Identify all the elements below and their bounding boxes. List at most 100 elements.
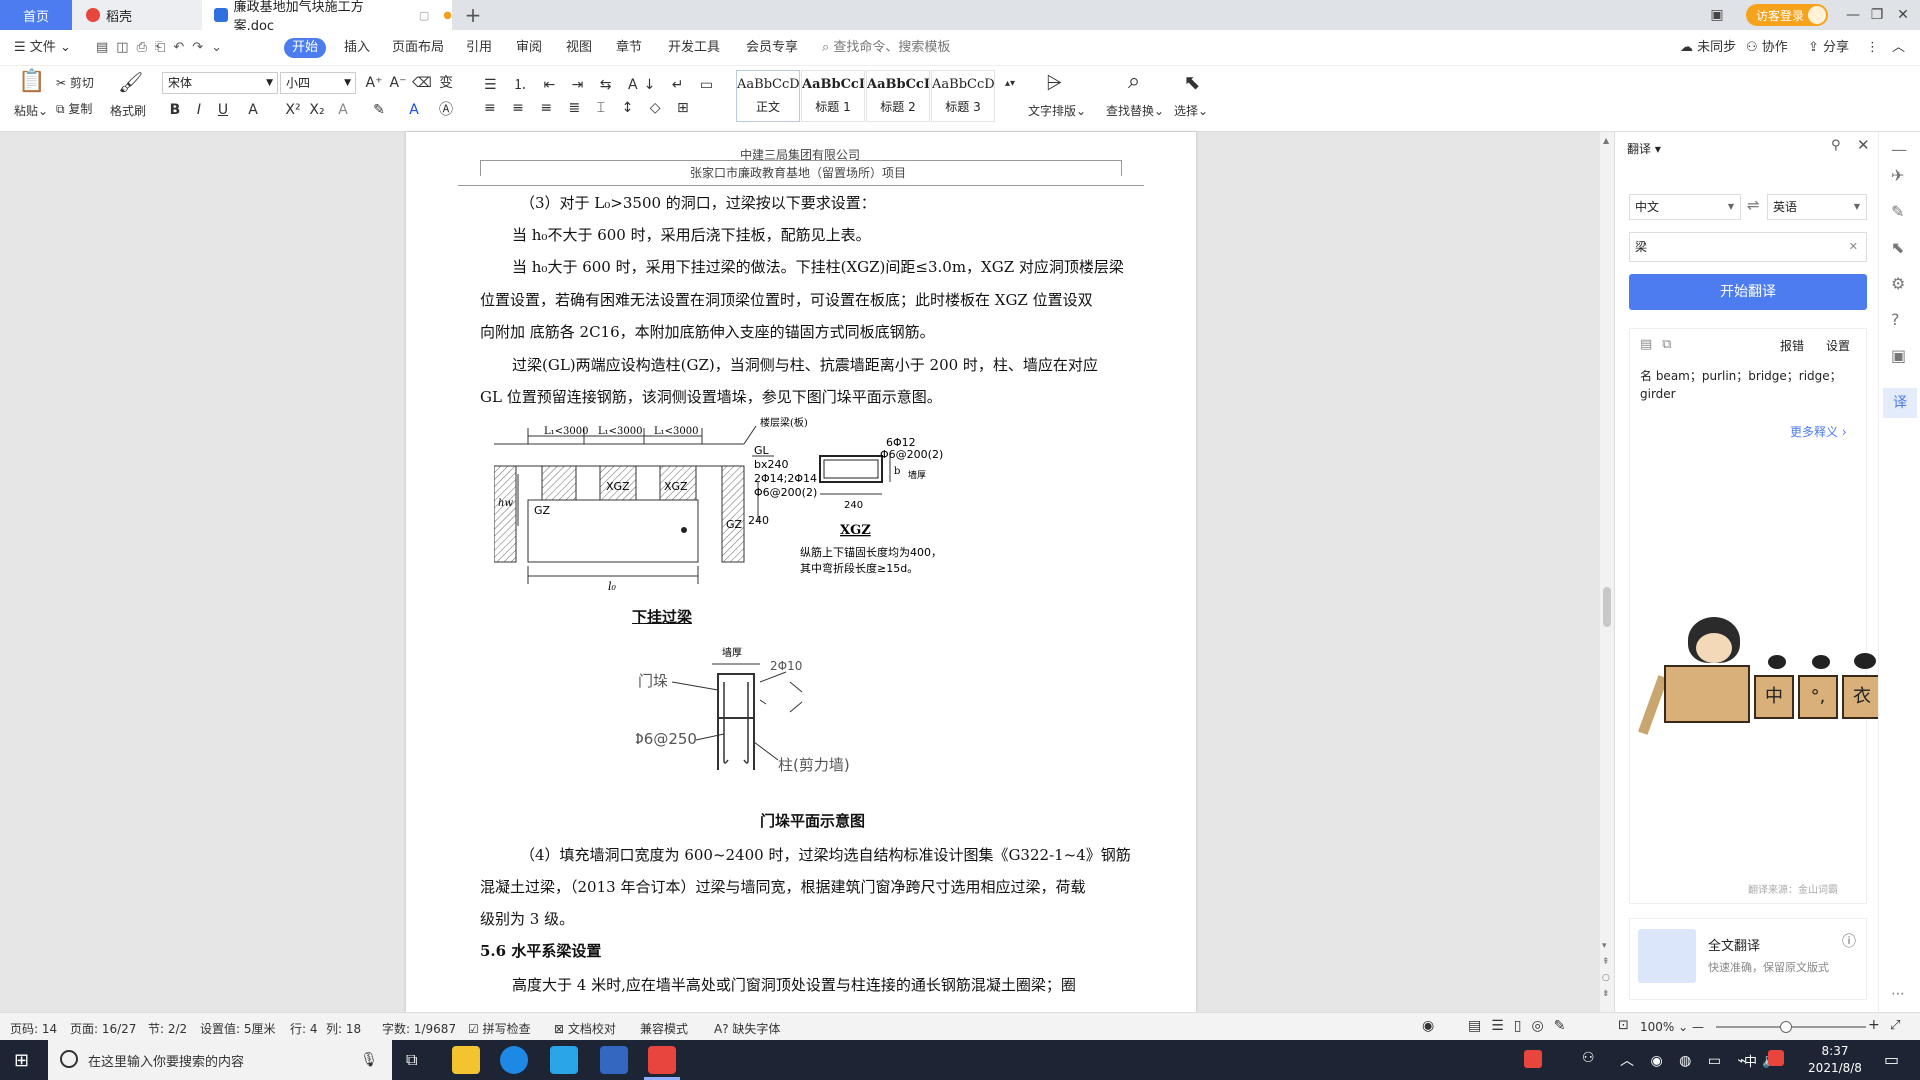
zoom-out-icon[interactable]: —	[1692, 1020, 1704, 1034]
help-icon[interactable]: ⓘ	[1842, 931, 1856, 951]
quick-access-toolbar[interactable]: ▤◫⎙⎗↶↷⌄	[96, 38, 230, 58]
menu-view[interactable]: 视图	[566, 38, 592, 58]
status-page-number[interactable]: 页码: 14	[10, 1020, 57, 1037]
guest-login-button[interactable]: 访客登录	[1746, 4, 1828, 26]
pin-icon[interactable]: ⚲	[1831, 138, 1841, 153]
tray-app-icon[interactable]	[1768, 1050, 1784, 1066]
zoom-select[interactable]: 100% ⌄	[1640, 1020, 1688, 1034]
pen-icon[interactable]: ✎	[1891, 202, 1904, 221]
tab-home[interactable]: 首页	[0, 0, 72, 30]
subscript-icon[interactable]: X₂	[307, 100, 327, 120]
menu-chapter[interactable]: 章节	[616, 38, 642, 58]
grow-font-icon[interactable]: A⁺	[364, 73, 384, 93]
paste-button[interactable]: 粘贴⌄	[14, 102, 48, 119]
translate-input[interactable]: 梁 ✕	[1629, 232, 1867, 262]
bold-icon[interactable]: B	[165, 100, 185, 120]
page-nav-icons[interactable]: ▾ ⇞ ○ ⇟	[1602, 938, 1610, 1002]
share-button[interactable]: ⇪ 分享	[1808, 38, 1849, 58]
collapse-ribbon-icon[interactable]: ︿	[1892, 38, 1905, 58]
menu-insert[interactable]: 插入	[344, 38, 370, 58]
person-icon[interactable]: ⚇	[1582, 1050, 1595, 1066]
menu-file[interactable]: ☰ 文件 ⌄	[14, 38, 71, 58]
clear-input-icon[interactable]: ✕	[1849, 233, 1858, 261]
cursor-icon[interactable]: ⬉	[1182, 72, 1202, 92]
tab-document[interactable]: 廉政基地加气块施工方案.doc ▢ ●	[202, 0, 452, 34]
tab-daoke[interactable]: 稻壳	[72, 0, 202, 30]
tray-icons[interactable]: ︿ ◉ ◍ ▭ ⌁ 🔊	[1620, 1050, 1786, 1070]
more-definitions-link[interactable]: 更多释义 ›	[1790, 423, 1847, 440]
fullscreen-icon[interactable]: ⤢	[1890, 1018, 1900, 1033]
close-icon[interactable]: ✕	[1888, 4, 1918, 26]
font-name-select[interactable]: 宋体 ▼	[162, 72, 278, 94]
status-setting[interactable]: 设置值: 5厘米	[200, 1020, 276, 1037]
missing-font-button[interactable]: A? 缺失字体	[714, 1020, 780, 1037]
source-language-select[interactable]: 中文 ▼	[1629, 194, 1741, 220]
view-mode-icons[interactable]: ▤☰▯◎✎	[1468, 1018, 1575, 1034]
strikethrough-icon[interactable]: A	[243, 100, 263, 120]
shrink-font-icon[interactable]: A⁻	[388, 73, 408, 93]
font-size-select[interactable]: 小四 ▼	[280, 72, 356, 94]
minus-icon[interactable]: —	[1891, 140, 1907, 159]
command-search[interactable]: ⌕ 查找命令、搜索模板	[822, 38, 950, 58]
status-section[interactable]: 节: 2/2	[148, 1020, 187, 1037]
more-icon[interactable]: ⋮	[1866, 38, 1879, 58]
cloud-icon[interactable]: ▢	[419, 9, 429, 22]
style-heading-2[interactable]: AaBbCcDc 标题 2	[866, 70, 930, 122]
menu-devtools[interactable]: 开发工具	[668, 38, 720, 58]
status-row[interactable]: 行: 4	[290, 1020, 318, 1037]
sliders-icon[interactable]: ⚙	[1891, 274, 1905, 293]
swap-language-icon[interactable]: ⇌	[1747, 196, 1760, 214]
text-layout-button[interactable]: 文字排版⌄	[1028, 102, 1086, 119]
ime-indicator[interactable]: 中	[1744, 1051, 1757, 1070]
format-painter-button[interactable]: 格式刷	[110, 102, 146, 119]
app-t-icon[interactable]	[550, 1046, 578, 1074]
proofread-button[interactable]: ⊠ 文档校对	[554, 1020, 616, 1037]
result-tools-icons[interactable]: ▤⧉	[1640, 337, 1682, 352]
menu-member[interactable]: 会员专享	[746, 38, 798, 58]
app-cad-icon[interactable]	[600, 1046, 628, 1074]
underline-icon[interactable]: U	[213, 100, 233, 120]
styles-scroll-icon[interactable]: ▴▾	[1000, 74, 1020, 94]
highlight-icon[interactable]: ✎	[369, 100, 389, 120]
tray-wps-icon[interactable]	[1524, 1050, 1542, 1068]
document-page[interactable]: 中建三局集团有限公司 张家口市廉政教育基地（留置场所）项目 （3）对于 L₀>3…	[406, 132, 1196, 1012]
close-panel-icon[interactable]: ✕	[1857, 136, 1870, 154]
zoom-slider-handle[interactable]	[1780, 1021, 1792, 1033]
task-view-icon[interactable]: ⧉	[406, 1050, 417, 1070]
image-icon[interactable]: ▣	[1891, 346, 1906, 365]
text-effect-icon[interactable]: A	[333, 100, 353, 120]
find-replace-button[interactable]: 查找替换⌄	[1106, 102, 1164, 119]
scroll-thumb[interactable]	[1603, 587, 1611, 627]
scroll-up-icon[interactable]: ▲	[1603, 136, 1609, 145]
text-layout-icon[interactable]: ⩥	[1044, 72, 1064, 92]
sync-status-button[interactable]: ☁ 未同步	[1680, 38, 1736, 58]
eye-protect-icon[interactable]: ◉	[1422, 1018, 1434, 1034]
windows-start-icon[interactable]: ⊞	[14, 1050, 29, 1071]
start-translate-button[interactable]: 开始翻译	[1629, 274, 1867, 310]
paste-icon[interactable]: 📋	[18, 71, 45, 98]
pointer-icon[interactable]: ⬉	[1891, 238, 1904, 257]
style-heading-3[interactable]: AaBbCcDc 标题 3	[931, 70, 995, 122]
browser-icon[interactable]	[500, 1046, 528, 1074]
notification-icon[interactable]: ▭	[1884, 1050, 1899, 1069]
layout-icon[interactable]: ▣	[1702, 4, 1732, 26]
font-color-icon[interactable]: A	[404, 100, 424, 120]
superscript-icon[interactable]: X²	[283, 100, 303, 120]
translate-icon[interactable]: 译	[1883, 388, 1917, 418]
zoom-in-icon[interactable]: +	[1868, 1017, 1880, 1033]
style-normal[interactable]: AaBbCcDc 正文	[736, 70, 800, 122]
help-icon[interactable]: ?	[1891, 310, 1900, 329]
char-border-icon[interactable]: Ⓐ	[436, 100, 456, 120]
select-button[interactable]: 选择⌄	[1174, 102, 1208, 119]
menu-review[interactable]: 审阅	[516, 38, 542, 58]
paragraph-tools-row2[interactable]: ≡ ≡ ≡ ≣ ⌶ ↕ ◇ ⊞	[484, 100, 695, 116]
new-tab-button[interactable]: +	[458, 0, 488, 30]
fit-page-icon[interactable]: ⊡	[1618, 1018, 1629, 1033]
style-heading-1[interactable]: AaBbCcDc 标题 1	[801, 70, 865, 122]
full-translate-card[interactable]: 全文翻译 快速准确，保留原文版式 ⓘ	[1629, 918, 1867, 1000]
collab-button[interactable]: ⚇ 协作	[1746, 38, 1788, 58]
status-word-count[interactable]: 字数: 1/9687	[382, 1020, 456, 1037]
magnifier-icon[interactable]: ⌕	[1124, 71, 1144, 93]
taskbar-search[interactable]: 在这里输入你要搜索的内容 🎙	[48, 1040, 392, 1080]
panel-title[interactable]: 翻译 ▾	[1627, 140, 1661, 157]
